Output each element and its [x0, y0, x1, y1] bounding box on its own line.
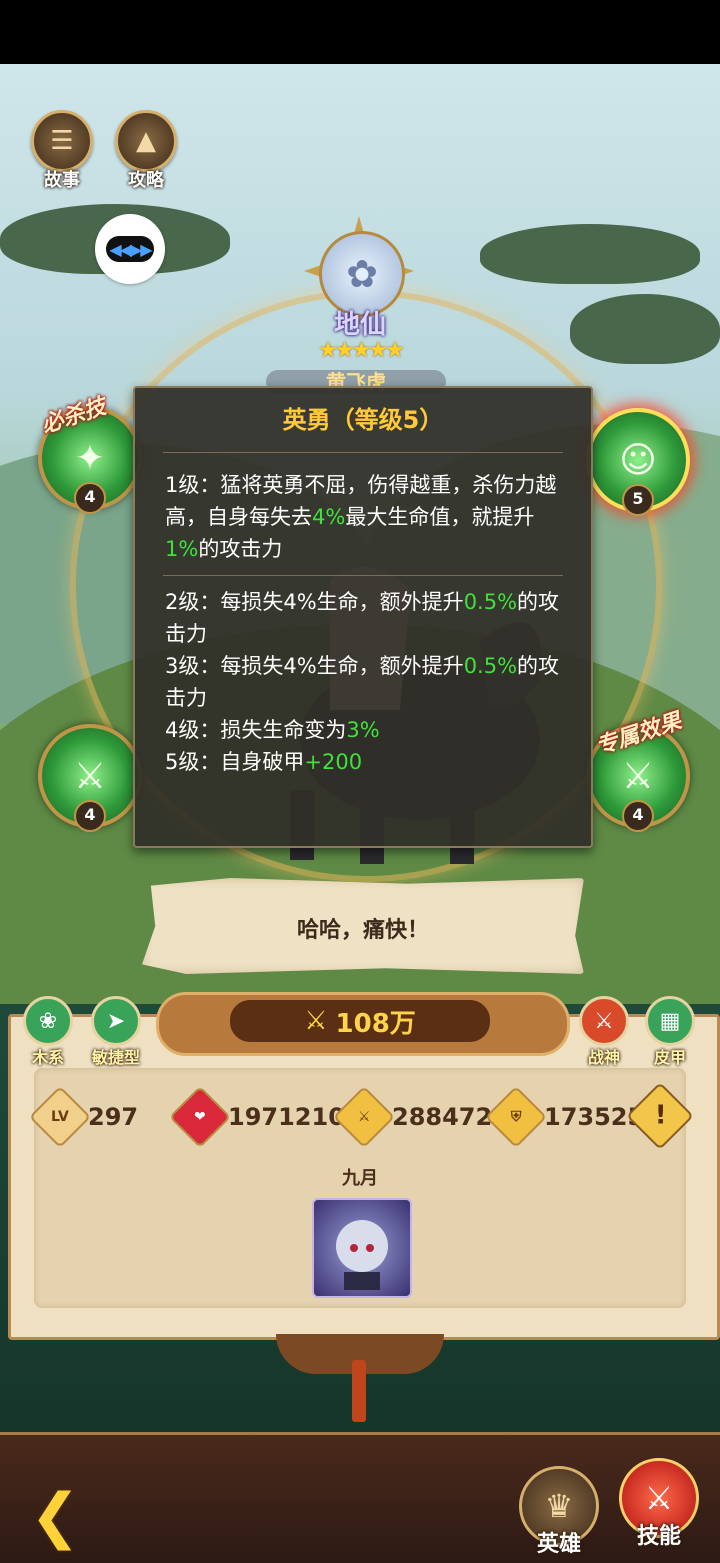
skill-level-3-desc: 3级：每损失4%生命，额外提升0.5%的攻击力 — [165, 654, 560, 710]
crossed-swords-icon: ⚔ — [304, 1006, 328, 1036]
companion-avatar — [336, 1220, 388, 1290]
skill-level-badge: 4 — [74, 482, 106, 514]
wood-element-icon: ❀ — [23, 996, 73, 1046]
hero-quote: 哈哈，痛快！ — [296, 918, 429, 943]
skill-level-2-5-desc: 2级：每损失4%生命，额外提升0.5%的攻击力 3级：每损失4%生命，额外提升0… — [135, 576, 591, 778]
leather-armor-icon: ▦ — [645, 996, 695, 1046]
shield-icon: ⛨ — [484, 1085, 548, 1149]
attack-value: 288472 — [392, 1103, 493, 1131]
combat-power: ⚔ 108万 — [230, 1000, 490, 1042]
nav-hero[interactable]: ♛ 英雄 — [516, 1466, 602, 1562]
tooltip-title: 英勇（等级5） — [282, 406, 444, 434]
heart-icon: ❤ — [168, 1085, 232, 1149]
book-icon: ☰ — [31, 110, 93, 172]
skill-level-badge: 4 — [74, 800, 106, 832]
wing-icon: ➤ — [91, 996, 141, 1046]
fast-forward-icon: ◀◀▶▶ — [106, 236, 154, 262]
stat-level: LV 297 — [28, 1085, 139, 1149]
status-bar — [0, 0, 720, 64]
attr-type[interactable]: ➤ 敏捷型 — [84, 996, 148, 1068]
sword-icon: ⚔ — [621, 755, 655, 797]
attr-element[interactable]: ❀ 木系 — [18, 996, 78, 1068]
skill-level-badge: 4 — [622, 800, 654, 832]
tab-story-label: 故事 — [44, 170, 80, 191]
arrow-left-icon: ❮ — [30, 1481, 81, 1551]
hero-stars: ★★★★★ — [318, 338, 405, 363]
stat-hp: ❤ 1971210 — [168, 1085, 345, 1149]
skill-level-2-desc: 2级：每损失4%生命，额外提升0.5%的攻击力 — [165, 590, 560, 646]
green-slash-icon: ✦ — [74, 437, 106, 479]
nav-skill[interactable]: ⚔ 技能 — [616, 1458, 702, 1554]
skill-top-right[interactable]: ☺ 5 — [586, 408, 690, 516]
attr-armor[interactable]: ▦ 皮甲 — [640, 996, 700, 1068]
tab-strategy[interactable]: ▲ 攻略 — [114, 110, 178, 191]
stat-attack: ⚔ 288472 — [332, 1085, 493, 1149]
skill-level-5-desc: 5级：自身破甲+200 — [165, 750, 363, 774]
hp-value: 1971210 — [228, 1103, 345, 1131]
warrior-silhouette-icon: ☺ — [619, 439, 657, 481]
sword-icon: ⚔ — [73, 755, 107, 797]
level-value: 297 — [88, 1103, 139, 1131]
combat-power-value: 108万 — [335, 1008, 416, 1039]
attr-class[interactable]: ⚔ 战神 — [574, 996, 634, 1068]
tab-strategy-label: 攻略 — [128, 170, 164, 191]
flame-icon: ▲ — [115, 110, 177, 172]
hero-rank: 地仙 — [333, 310, 386, 340]
crossed-swords-icon: ⚔ — [579, 996, 629, 1046]
skill-level-1-desc: 1级：猛将英勇不屈，伤得越重，杀伤力越高，自身每失去4%最大生命值，就提升1%的… — [165, 473, 557, 561]
attack-icon: ⚔ — [332, 1085, 396, 1149]
skill-level-4-desc: 4级：损失生命变为3% — [165, 718, 380, 742]
skill-level-badge: 5 — [622, 484, 654, 516]
speed-toggle-button[interactable]: ◀◀▶▶ — [95, 214, 165, 284]
skill-bottom-left[interactable]: ⚔ 4 — [38, 724, 142, 832]
tassel-decoration — [352, 1360, 366, 1422]
companion-portrait[interactable] — [312, 1198, 412, 1298]
level-icon: LV — [28, 1085, 92, 1149]
exclamation-icon: ! — [654, 1100, 667, 1131]
back-button[interactable]: ❮ — [30, 1486, 90, 1546]
tab-story[interactable]: ☰ 故事 — [30, 110, 94, 191]
companion-name: 九月 — [342, 1168, 378, 1189]
bottom-nav — [0, 1432, 720, 1563]
skill-tooltip: 英勇（等级5） 1级：猛将英勇不屈，伤得越重，杀伤力越高，自身每失去4%最大生命… — [133, 386, 593, 848]
stat-defense: ⛨ 173525 — [484, 1085, 644, 1149]
